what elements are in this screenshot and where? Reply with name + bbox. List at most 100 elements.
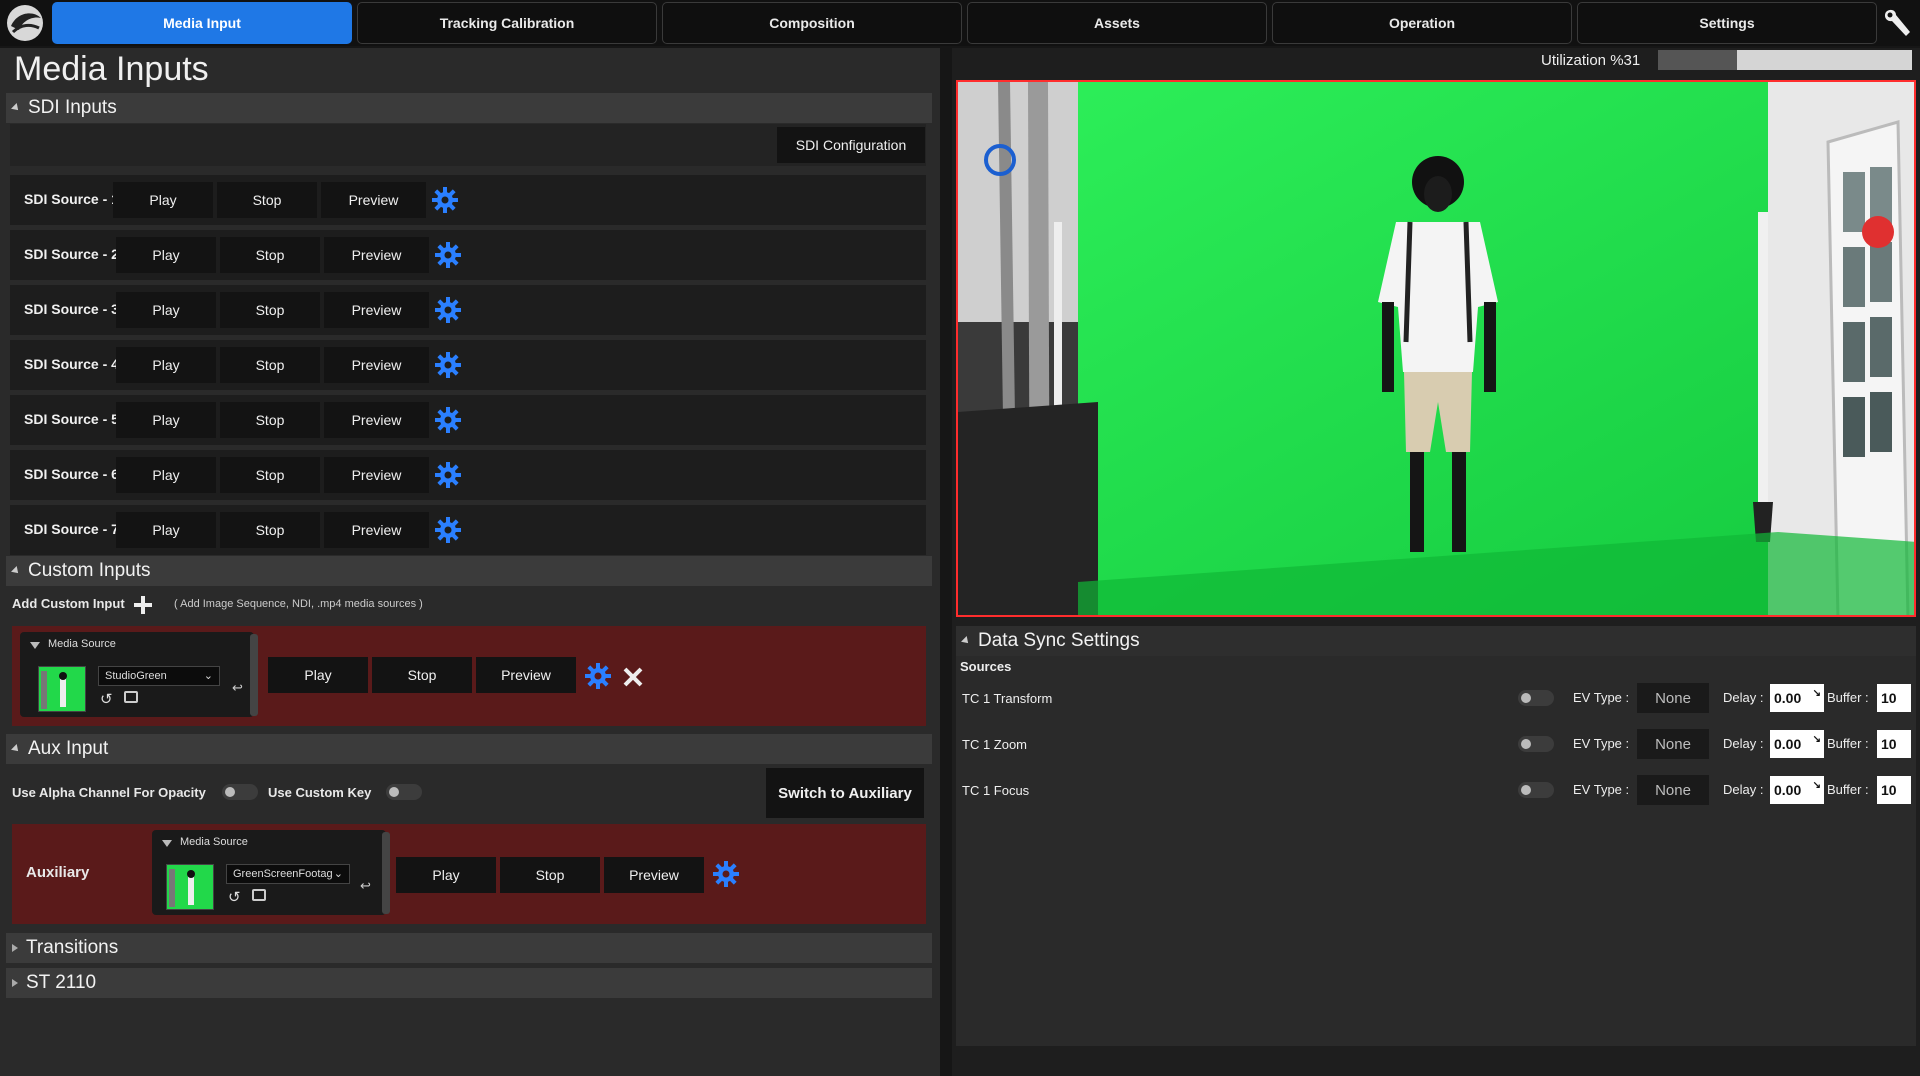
gear-icon[interactable] — [712, 860, 740, 888]
sdi-stop-button[interactable]: Stop — [220, 402, 320, 438]
sdi-source-label: SDI Source - 5 — [24, 411, 119, 427]
ev-type-select[interactable]: None — [1637, 683, 1709, 713]
gear-icon[interactable] — [434, 296, 462, 324]
aux-stop-button[interactable]: Stop — [500, 857, 600, 893]
resize-icon: ↘ — [1812, 780, 1821, 791]
delay-input[interactable]: 0.00 ↘ — [1770, 776, 1824, 804]
folder-icon[interactable] — [252, 889, 266, 901]
sync-source-label: TC 1 Transform — [962, 691, 1053, 706]
sdi-stop-button[interactable]: Stop — [220, 457, 320, 493]
sync-source-toggle[interactable] — [1518, 736, 1554, 752]
section-custom-inputs[interactable]: Custom Inputs — [6, 556, 932, 586]
section-transitions[interactable]: Transitions — [6, 933, 932, 963]
gear-icon[interactable] — [431, 186, 459, 214]
folder-icon[interactable] — [124, 691, 138, 703]
custom-stop-button[interactable]: Stop — [372, 657, 472, 693]
reset-icon[interactable]: ↩ — [232, 680, 243, 696]
section-aux-input[interactable]: Aux Input — [6, 734, 932, 764]
custom-play-button[interactable]: Play — [268, 657, 368, 693]
sdi-stop-button[interactable]: Stop — [220, 347, 320, 383]
sync-source-toggle[interactable] — [1518, 690, 1554, 706]
section-sdi-inputs[interactable]: SDI Inputs — [6, 93, 932, 123]
ev-type-label: EV Type : — [1573, 736, 1630, 751]
refresh-icon[interactable]: ↺ — [100, 690, 113, 708]
tab-composition[interactable]: Composition — [662, 2, 962, 44]
chevron-down-icon[interactable] — [162, 840, 172, 847]
chevron-down-icon[interactable] — [30, 642, 40, 649]
sdi-preview-button[interactable]: Preview — [321, 182, 426, 218]
buffer-label: Buffer : — [1827, 690, 1869, 705]
tab-operation[interactable]: Operation — [1272, 2, 1572, 44]
gear-icon[interactable] — [434, 351, 462, 379]
auxiliary-label: Auxiliary — [26, 864, 90, 881]
sdi-preview-button[interactable]: Preview — [324, 347, 429, 383]
alpha-channel-toggle[interactable] — [222, 784, 258, 800]
tab-assets[interactable]: Assets — [967, 2, 1267, 44]
chevron-down-icon: ⌄ — [333, 867, 343, 880]
gear-icon[interactable] — [434, 461, 462, 489]
sdi-configuration-button[interactable]: SDI Configuration — [777, 127, 925, 163]
sdi-preview-button[interactable]: Preview — [324, 512, 429, 548]
sdi-source-label: SDI Source - 7 — [24, 521, 119, 537]
sdi-play-button[interactable]: Play — [116, 457, 216, 493]
media-source-dropdown[interactable]: StudioGreen ⌄ — [98, 666, 220, 686]
sdi-stop-button[interactable]: Stop — [220, 512, 320, 548]
sdi-stop-button[interactable]: Stop — [217, 182, 317, 218]
collapse-icon — [11, 103, 21, 113]
collapse-icon — [11, 744, 21, 754]
sdi-preview-button[interactable]: Preview — [324, 237, 429, 273]
plus-icon[interactable] — [133, 595, 153, 615]
sdi-play-button[interactable]: Play — [116, 402, 216, 438]
aux-preview-button[interactable]: Preview — [604, 857, 704, 893]
switch-to-auxiliary-button[interactable]: Switch to Auxiliary — [766, 768, 924, 818]
sdi-play-button[interactable]: Play — [116, 237, 216, 273]
buffer-input[interactable]: 10 — [1877, 730, 1911, 758]
gear-icon[interactable] — [434, 241, 462, 269]
sync-source-toggle[interactable] — [1518, 782, 1554, 798]
scrollbar[interactable] — [382, 832, 390, 914]
section-st-2110[interactable]: ST 2110 — [6, 968, 932, 998]
page-title: Media Inputs — [14, 50, 209, 88]
sdi-source-label: SDI Source - 1 — [24, 191, 119, 207]
refresh-icon[interactable]: ↺ — [228, 888, 241, 906]
sdi-preview-button[interactable]: Preview — [324, 292, 429, 328]
add-custom-input-label: Add Custom Input — [12, 596, 125, 611]
aux-play-button[interactable]: Play — [396, 857, 496, 893]
buffer-input[interactable]: 10 — [1877, 684, 1911, 712]
ev-type-select[interactable]: None — [1637, 729, 1709, 759]
scrollbar[interactable] — [250, 634, 258, 716]
reset-icon[interactable]: ↩ — [360, 878, 371, 894]
tab-settings[interactable]: Settings — [1577, 2, 1877, 44]
aux-media-source-dropdown[interactable]: GreenScreenFootag ⌄ — [226, 864, 350, 884]
sdi-play-button[interactable]: Play — [116, 347, 216, 383]
camera-preview-viewport[interactable] — [956, 80, 1916, 617]
section-data-sync-settings[interactable]: Data Sync Settings — [956, 626, 1916, 656]
buffer-input[interactable]: 10 — [1877, 776, 1911, 804]
delay-value: 0.00 — [1774, 736, 1802, 752]
sdi-stop-button[interactable]: Stop — [220, 237, 320, 273]
tab-media-input[interactable]: Media Input — [52, 2, 352, 44]
sdi-play-button[interactable]: Play — [116, 292, 216, 328]
delay-input[interactable]: 0.00 ↘ — [1770, 684, 1824, 712]
gear-icon[interactable] — [584, 662, 612, 690]
sources-label: Sources — [960, 659, 1012, 674]
custom-key-toggle[interactable] — [386, 784, 422, 800]
tab-tracking-calibration[interactable]: Tracking Calibration — [357, 2, 657, 44]
gear-icon[interactable] — [434, 516, 462, 544]
custom-preview-button[interactable]: Preview — [476, 657, 576, 693]
sdi-play-button[interactable]: Play — [116, 512, 216, 548]
delay-input[interactable]: 0.00 ↘ — [1770, 730, 1824, 758]
close-icon[interactable] — [622, 666, 644, 688]
wrench-icon[interactable] — [1880, 6, 1916, 42]
sdi-preview-button[interactable]: Preview — [324, 402, 429, 438]
delay-value: 0.00 — [1774, 782, 1802, 798]
alpha-channel-label: Use Alpha Channel For Opacity — [12, 785, 206, 800]
sdi-play-button[interactable]: Play — [113, 182, 213, 218]
sdi-stop-button[interactable]: Stop — [220, 292, 320, 328]
gear-icon[interactable] — [434, 406, 462, 434]
media-source-widget: Media Source StudioGreen ⌄ ↺ ↩ — [20, 632, 254, 717]
section-title: SDI Inputs — [28, 97, 117, 118]
ev-type-select[interactable]: None — [1637, 775, 1709, 805]
sdi-preview-button[interactable]: Preview — [324, 457, 429, 493]
expand-icon — [12, 944, 18, 952]
